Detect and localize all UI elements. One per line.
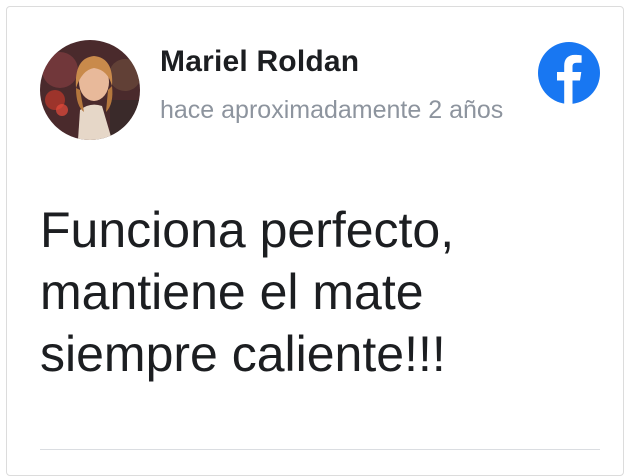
review-text: Funciona perfecto, mantiene el mate siem… bbox=[40, 202, 455, 382]
facebook-icon[interactable] bbox=[538, 42, 600, 104]
author-name[interactable]: Mariel Roldan bbox=[160, 45, 359, 79]
avatar-image bbox=[40, 40, 140, 140]
divider bbox=[40, 449, 600, 450]
avatar[interactable] bbox=[40, 40, 140, 140]
timestamp[interactable]: hace aproximadamente 2 años bbox=[160, 91, 520, 129]
review-card: Mariel Roldan hace aproximadamente 2 año… bbox=[6, 6, 624, 476]
